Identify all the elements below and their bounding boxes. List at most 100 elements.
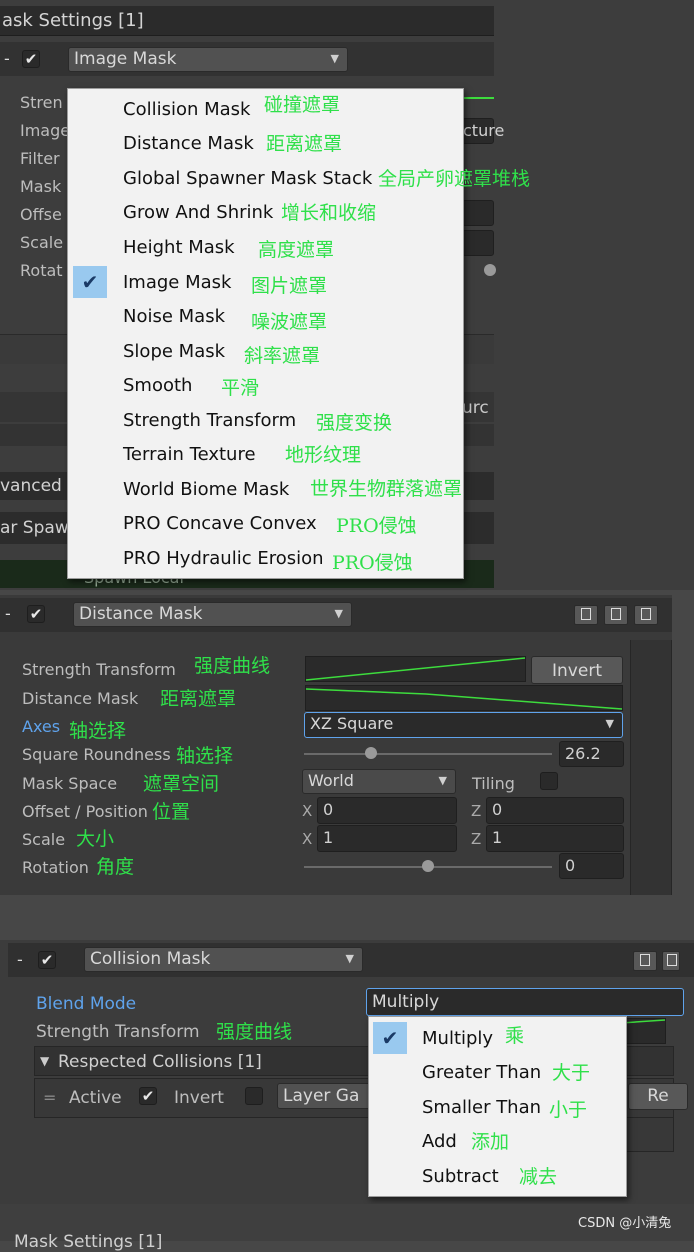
chevron-down-icon: ▼ <box>330 52 339 65</box>
left-label-mask: Mask <box>20 177 62 196</box>
scale-label: Scale <box>22 830 66 849</box>
layer-dropdown[interactable]: Layer Ga <box>277 1083 377 1109</box>
menu-item-multiply[interactable]: Multiply 乘 <box>369 1024 626 1054</box>
distance-mask-note: 距离遮罩 <box>160 688 237 710</box>
expand-triangle-icon: ▼ <box>40 1054 50 1068</box>
square-roundness-slider-knob[interactable] <box>364 747 377 759</box>
collision-list-footer <box>626 1118 674 1152</box>
right-field-1[interactable] <box>462 200 494 226</box>
right-cut-source: urc <box>462 398 489 418</box>
rotation-field[interactable]: 0 <box>559 853 624 879</box>
invert-label: Invert <box>174 1088 224 1108</box>
remove-collision-mask-button[interactable]: - <box>17 952 23 968</box>
respected-collisions-label: Respected Collisions [1] <box>58 1052 262 1072</box>
left-label-filter: Filter <box>20 149 60 168</box>
distance-curve-field[interactable] <box>305 685 623 711</box>
left-label-strength: Stren <box>20 93 63 112</box>
scale-x-field[interactable]: 1 <box>317 825 457 852</box>
active-checkbox[interactable]: ✔ <box>139 1087 157 1105</box>
axes-dropdown[interactable]: XZ Square ▼ <box>304 712 623 738</box>
menu-item-smaller-than[interactable]: Smaller Than 小于 <box>369 1093 626 1123</box>
image-mask-enabled-checkbox[interactable]: ✔ <box>22 50 40 68</box>
distance-mask-label: Distance Mask <box>22 689 139 708</box>
offset-z-field[interactable]: 0 <box>486 797 624 824</box>
tiling-checkbox[interactable] <box>540 772 558 790</box>
menu-item-distance-mask[interactable]: Distance Mask 距离遮罩 <box>68 129 463 159</box>
menu-item-terrain-texture[interactable]: Terrain Texture 地形纹理 <box>68 440 463 470</box>
menu-item-pro-hydraulic-erosion[interactable]: PRO Hydraulic Erosion PRO侵蚀 <box>68 544 463 574</box>
invert-button[interactable]: Invert <box>531 656 623 684</box>
paste-icon[interactable] <box>634 605 658 625</box>
menu-item-pro-concave-convex[interactable]: PRO Concave Convex PRO侵蚀 <box>68 509 463 539</box>
drag-handle-icon[interactable]: = <box>43 1090 56 1106</box>
collision-strength-transform-label: Strength Transform <box>36 1022 200 1042</box>
layer-dropdown-value: Layer Ga <box>283 1086 360 1106</box>
chevron-down-icon: ▼ <box>334 607 343 620</box>
menu-item-strength-transform[interactable]: Strength Transform 强度变换 <box>68 406 463 436</box>
right-scroll-gutter[interactable] <box>630 640 672 895</box>
menu-item-height-mask[interactable]: Height Mask 高度遮罩 <box>68 233 463 263</box>
distance-curve-graph <box>305 688 623 710</box>
menu-item-smooth[interactable]: Smooth 平滑 <box>68 371 463 401</box>
strength-curve-graph <box>305 657 526 681</box>
distance-mask-type-value: Distance Mask <box>79 604 203 624</box>
invert-checkbox[interactable] <box>245 1087 263 1105</box>
advanced-label: vanced <box>0 476 62 496</box>
remove-mask-button[interactable]: - <box>4 51 10 67</box>
image-mask-type-value: Image Mask <box>74 49 177 69</box>
active-label: Active <box>69 1088 122 1108</box>
mask-space-value: World <box>308 771 354 790</box>
right-field-2[interactable] <box>462 230 494 256</box>
axes-label: Axes <box>22 717 61 736</box>
collision-mask-type-dropdown[interactable]: Collision Mask ▼ <box>84 947 363 972</box>
menu-item-subtract[interactable]: Subtract 减去 <box>369 1162 626 1192</box>
offset-x-field[interactable]: 0 <box>317 797 457 824</box>
distance-mask-enabled-checkbox[interactable]: ✔ <box>27 605 45 623</box>
rotation-label: Rotation <box>22 858 89 877</box>
scale-z-field[interactable]: 1 <box>486 825 624 852</box>
menu-item-add[interactable]: Add 添加 <box>369 1127 626 1157</box>
menu-item-global-spawner-mask-stack[interactable]: Global Spawner Mask Stack 全局产卵遮罩堆栈 <box>68 164 530 194</box>
axes-note: 轴选择 <box>69 720 127 742</box>
image-mask-type-dropdown[interactable]: Image Mask ▼ <box>68 47 348 72</box>
collision-mask-enabled-checkbox[interactable]: ✔ <box>38 951 56 969</box>
square-roundness-note: 轴选择 <box>176 745 234 767</box>
remove-distance-mask-button[interactable]: - <box>5 606 11 622</box>
blend-mode-label: Blend Mode <box>36 994 137 1014</box>
top-curve-strip <box>462 97 494 103</box>
right-texture-field[interactable]: cture <box>462 118 504 144</box>
mask-space-label: Mask Space <box>22 774 118 793</box>
bottom-cut-title: Mask Settings [1] <box>14 1232 163 1252</box>
csdn-watermark: CSDN @小清兔 <box>578 1216 672 1231</box>
copy-icon[interactable] <box>662 951 680 971</box>
menu-item-collision-mask[interactable]: Collision Mask 碰撞遮罩 <box>68 95 463 125</box>
add-icon[interactable] <box>633 951 657 971</box>
collision-strength-curve-graph <box>620 1019 666 1024</box>
rotation-slider-knob[interactable] <box>422 860 434 872</box>
strength-curve-field[interactable] <box>305 656 526 682</box>
right-slider-knob[interactable] <box>484 264 496 276</box>
menu-item-image-mask[interactable]: Image Mask 图片遮罩 <box>68 268 463 298</box>
remove-collision-button[interactable]: Re <box>628 1083 688 1110</box>
square-roundness-slider[interactable] <box>304 753 552 755</box>
offset-z-axis-label: Z <box>471 802 482 820</box>
menu-item-slope-mask[interactable]: Slope Mask 斜率遮罩 <box>68 337 463 367</box>
tiling-label: Tiling <box>472 774 515 793</box>
add-icon[interactable] <box>574 605 598 625</box>
menu-item-noise-mask[interactable]: Noise Mask 噪波遮罩 <box>68 302 463 332</box>
menu-item-greater-than[interactable]: Greater Than 大于 <box>369 1058 626 1088</box>
blend-mode-dropdown[interactable]: Multiply <box>366 988 684 1016</box>
menu-item-world-biome-mask[interactable]: World Biome Mask 世界生物群落遮罩 <box>68 475 463 505</box>
mask-space-dropdown[interactable]: World ▼ <box>302 769 456 794</box>
distance-mask-type-dropdown[interactable]: Distance Mask ▼ <box>73 602 352 627</box>
copy-icon[interactable] <box>604 605 628 625</box>
axes-value: XZ Square <box>310 714 394 733</box>
spawner-label: ar Spaw <box>0 518 69 538</box>
offset-position-note: 位置 <box>152 801 191 823</box>
strength-transform-note: 强度曲线 <box>194 655 271 677</box>
square-roundness-field[interactable]: 26.2 <box>559 741 624 767</box>
menu-item-grow-and-shrink[interactable]: Grow And Shrink 增长和收缩 <box>68 198 463 228</box>
mask-settings-title: ask Settings [1] <box>2 10 144 31</box>
left-label-rotation: Rotat <box>20 261 63 280</box>
chevron-down-icon: ▼ <box>438 774 447 787</box>
